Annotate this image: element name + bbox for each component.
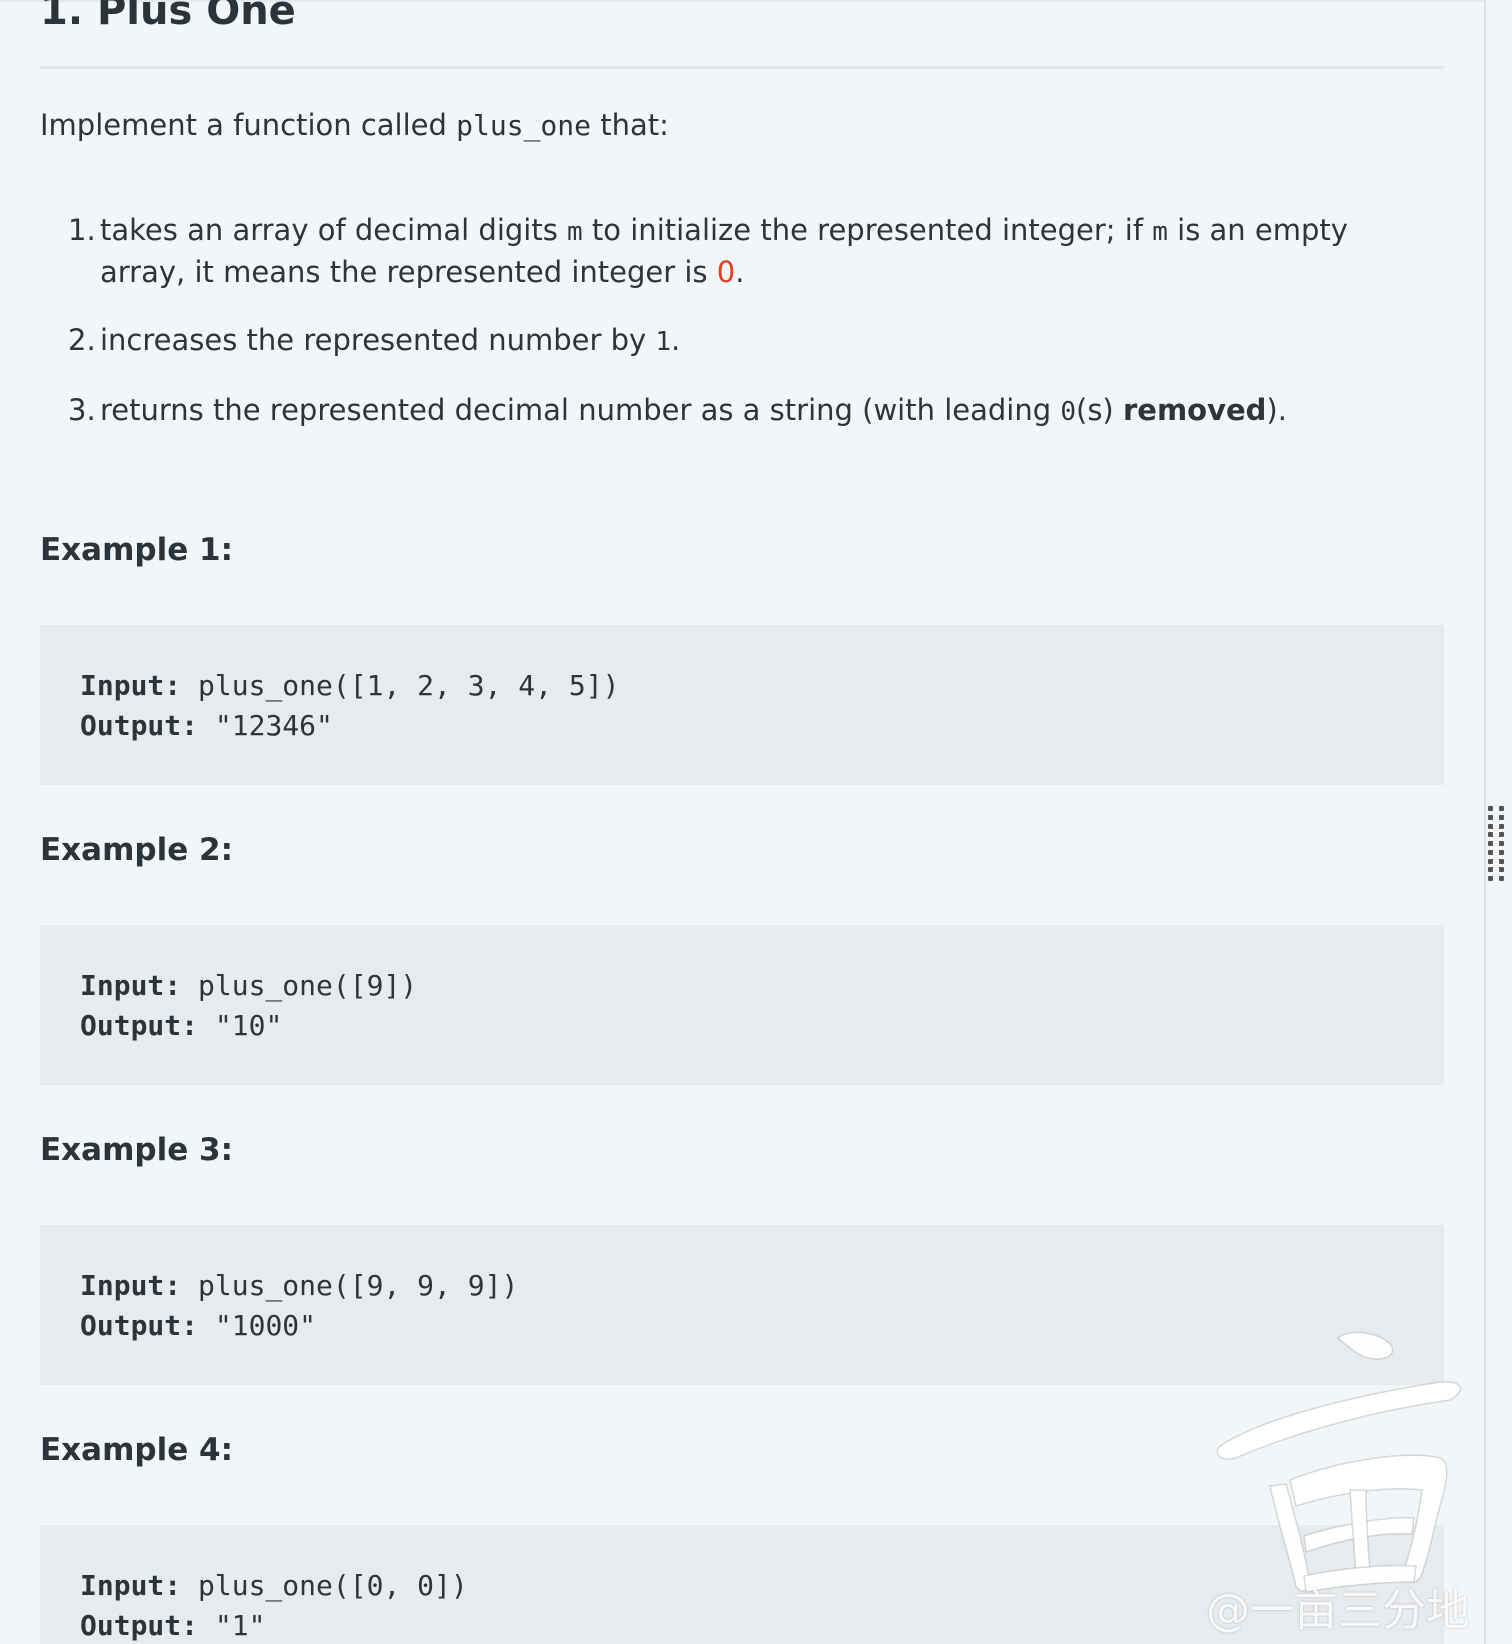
- example-input-line: Input: plus_one([1, 2, 3, 4, 5]): [80, 669, 619, 702]
- resize-handle-icon[interactable]: [1488, 806, 1506, 882]
- requirements-list: 1. takes an array of decimal digits m to…: [40, 210, 1420, 460]
- example-heading: Example 4:: [40, 1432, 233, 1468]
- requirement-text: increases the represented number by: [100, 323, 656, 357]
- requirement-text: ).: [1266, 393, 1287, 427]
- example-code-block: Input: plus_one([9, 9, 9]) Output: "1000…: [40, 1225, 1444, 1385]
- page-title: 1. Plus One: [40, 0, 296, 34]
- input-value: plus_one([9]): [198, 969, 418, 1002]
- requirement-text: (s): [1076, 393, 1123, 427]
- function-name-code: plus_one: [456, 109, 591, 142]
- output-value: "1000": [214, 1309, 317, 1342]
- input-label: Input:: [80, 669, 182, 702]
- inline-code: 0: [1060, 397, 1076, 427]
- input-value: plus_one([0, 0]): [198, 1569, 468, 1602]
- requirement-item: 1. takes an array of decimal digits m to…: [40, 210, 1420, 292]
- output-label: Output:: [80, 709, 199, 742]
- requirement-text: .: [735, 255, 745, 289]
- output-label: Output:: [80, 1609, 199, 1642]
- output-label: Output:: [80, 1009, 199, 1042]
- example-output-line: Output: "1000": [80, 1309, 316, 1342]
- example-output-line: Output: "1": [80, 1609, 265, 1642]
- example-input-line: Input: plus_one([0, 0]): [80, 1569, 468, 1602]
- example-heading: Example 2:: [40, 832, 233, 868]
- highlight-zero: 0: [716, 255, 736, 289]
- example-heading: Example 1:: [40, 532, 233, 568]
- input-value: plus_one([1, 2, 3, 4, 5]): [198, 669, 620, 702]
- intro-suffix: that:: [591, 108, 669, 142]
- requirement-item: 3. returns the represented decimal numbe…: [40, 390, 1420, 432]
- watermark-text: @一亩三分地: [1206, 1585, 1470, 1636]
- output-value: "10": [214, 1009, 283, 1042]
- example-code-block: Input: plus_one([1, 2, 3, 4, 5]) Output:…: [40, 625, 1444, 785]
- requirement-text: returns the represented decimal number a…: [100, 393, 1061, 427]
- list-number: 2.: [68, 323, 96, 357]
- output-value: "1": [214, 1609, 266, 1642]
- requirement-text: .: [671, 323, 681, 357]
- input-label: Input:: [80, 1569, 182, 1602]
- inline-code: m: [567, 217, 583, 247]
- input-value: plus_one([9, 9, 9]): [198, 1269, 519, 1302]
- title-divider: [40, 66, 1444, 69]
- example-output-line: Output: "10": [80, 1009, 282, 1042]
- output-value: "12346": [214, 709, 333, 742]
- output-label: Output:: [80, 1309, 199, 1342]
- requirement-text: takes an array of decimal digits: [100, 213, 568, 247]
- pane-divider: [1484, 0, 1486, 1644]
- input-label: Input:: [80, 969, 182, 1002]
- example-heading: Example 3:: [40, 1132, 233, 1168]
- input-label: Input:: [80, 1269, 182, 1302]
- example-input-line: Input: plus_one([9]): [80, 969, 417, 1002]
- requirement-item: 2. increases the represented number by 1…: [40, 320, 1420, 362]
- inline-code: m: [1152, 217, 1168, 247]
- list-number: 1.: [68, 213, 96, 247]
- bold-text: removed: [1122, 393, 1267, 427]
- intro-prefix: Implement a function called: [40, 108, 457, 142]
- requirement-text: to initialize the represented integer; i…: [582, 213, 1153, 247]
- example-input-line: Input: plus_one([9, 9, 9]): [80, 1269, 518, 1302]
- intro-text: Implement a function called plus_one tha…: [40, 108, 669, 142]
- example-code-block: Input: plus_one([9]) Output: "10": [40, 925, 1444, 1085]
- list-number: 3.: [68, 393, 96, 427]
- inline-code: 1: [655, 327, 672, 357]
- example-output-line: Output: "12346": [80, 709, 333, 742]
